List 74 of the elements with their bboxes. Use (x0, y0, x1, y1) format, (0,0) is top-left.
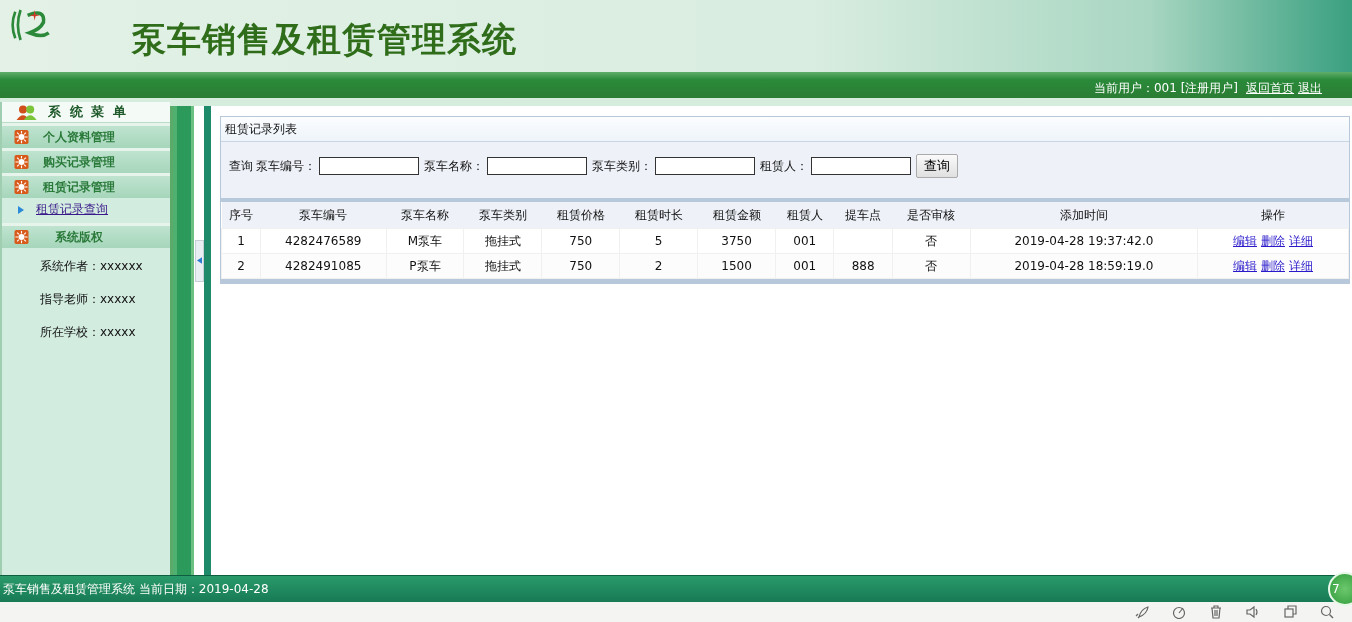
column-header: 租赁人 (775, 202, 834, 229)
collapse-icon (196, 257, 202, 264)
action-link[interactable]: 删除 (1261, 233, 1285, 248)
table-cell: P泵车 (386, 253, 464, 279)
speaker-icon[interactable] (1246, 605, 1260, 619)
table-cell: 拖挂式 (463, 253, 542, 279)
header-link[interactable]: 退出 (1298, 81, 1322, 95)
search-icon[interactable] (1320, 605, 1334, 619)
action-link[interactable]: 删除 (1261, 258, 1285, 273)
field-label: 泵车类别： (592, 157, 652, 175)
collapse-handle[interactable] (194, 239, 204, 282)
info-text: 系统作者：xxxxxx (39, 258, 144, 275)
column-header: 提车点 (833, 202, 893, 229)
table-cell: M泵车 (386, 228, 464, 254)
trash-icon[interactable] (1209, 605, 1223, 619)
input-field[interactable] (487, 157, 587, 175)
column-header: 租赁金额 (697, 202, 776, 229)
column-header: 泵车类别 (463, 202, 542, 229)
table-cell: 750 (541, 253, 620, 279)
panel-title: 租赁记录列表 (221, 117, 1349, 142)
action-link[interactable]: 详细 (1289, 258, 1313, 273)
current-user-text: 当前用户：001 [注册用户] (1093, 80, 1238, 97)
sun-icon (14, 180, 29, 194)
window-icon[interactable] (1283, 605, 1297, 619)
table-cell: 001 (775, 228, 834, 254)
column-header: 泵车名称 (386, 202, 464, 229)
action-link[interactable]: 编辑 (1233, 258, 1257, 273)
status-text: 泵车销售及租赁管理系统 当前日期：2019-04-28 (2, 580, 269, 598)
table-cell: 4282476589 (260, 228, 386, 254)
table-cell: 4282491085 (260, 253, 386, 279)
menu-group[interactable]: 租赁记录管理 (2, 173, 170, 198)
table-cell: 5 (619, 228, 698, 254)
bullet-icon (18, 205, 24, 214)
column-header: 是否审核 (892, 202, 971, 229)
column-header: 租赁价格 (541, 202, 620, 229)
table-cell: 1500 (697, 253, 776, 279)
sun-icon (14, 230, 29, 244)
table-cell: 750 (541, 228, 620, 254)
field-label: 泵车编号： (256, 157, 316, 175)
input-field[interactable] (811, 157, 911, 175)
table-cell: 3750 (697, 228, 776, 254)
field-label: 泵车名称： (424, 157, 484, 175)
menu-group[interactable]: 购买记录管理 (2, 148, 170, 173)
menu-group[interactable]: 个人资料管理 (2, 123, 170, 148)
menu-item[interactable]: 租赁记录查询 (36, 201, 108, 218)
sun-icon (14, 130, 29, 144)
menu-group[interactable]: 系统版权 (2, 223, 170, 248)
gauge-icon[interactable] (1172, 605, 1186, 619)
column-header: 序号 (221, 202, 261, 229)
field-label: 租赁人： (760, 157, 808, 175)
system-title: 泵车销售及租赁管理系统 (132, 18, 517, 61)
column-header: 泵车编号 (260, 202, 386, 229)
sun-icon (14, 155, 29, 169)
action-link[interactable]: 详细 (1289, 233, 1313, 248)
column-header: 添加时间 (970, 202, 1198, 229)
info-text: 所在学校：xxxxx (39, 324, 137, 341)
header-link[interactable]: 返回首页 (1246, 81, 1294, 95)
table-cell: 拖挂式 (463, 228, 542, 254)
search-label: 查询 (229, 157, 253, 175)
table-cell: 否 (892, 228, 971, 254)
menu-title: 系 统 菜 单 (48, 103, 128, 121)
table-cell: 2019-04-28 19:37:42.0 (970, 228, 1198, 254)
table-cell: 1 (221, 228, 261, 254)
input-field[interactable] (319, 157, 419, 175)
search-button[interactable]: 查询 (916, 154, 958, 178)
input-field[interactable] (655, 157, 755, 175)
table-cell: 2 (619, 253, 698, 279)
column-header: 租赁时长 (619, 202, 698, 229)
table-cell: 2 (221, 253, 261, 279)
info-text: 指导老师：xxxxx (39, 291, 137, 308)
action-link[interactable]: 编辑 (1233, 233, 1257, 248)
table-cell: 2019-04-28 18:59:19.0 (970, 253, 1198, 279)
table-cell: 否 (892, 253, 971, 279)
column-header: 操作 (1197, 202, 1349, 229)
